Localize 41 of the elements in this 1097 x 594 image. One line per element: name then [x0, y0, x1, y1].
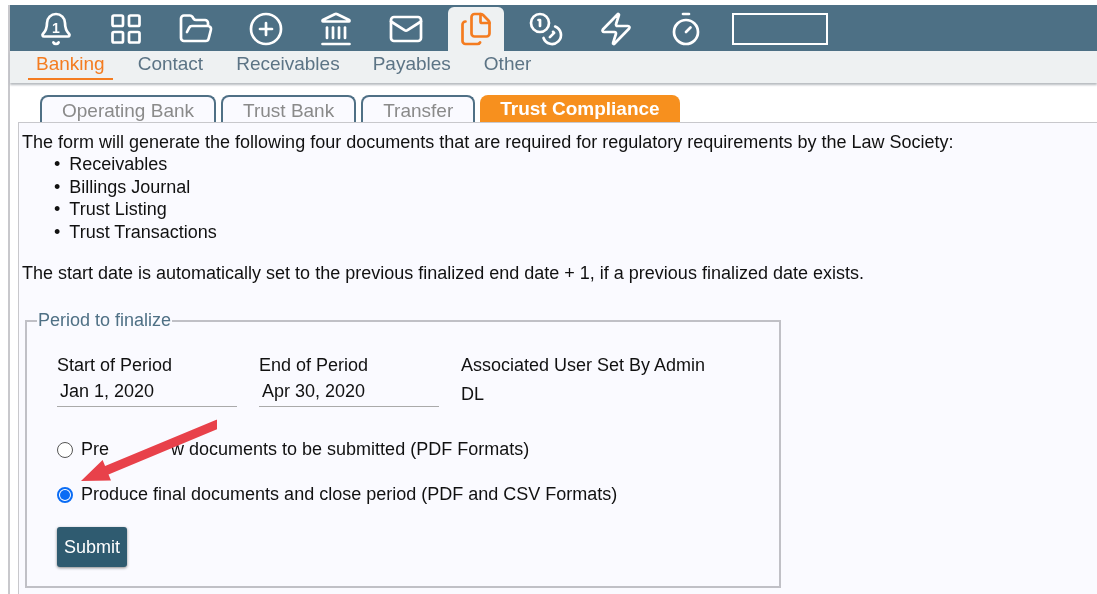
option-label: Produce final documents and close period (PDF and CSV Formats) [81, 484, 618, 504]
document-item: Receivables [69, 153, 168, 176]
nav-tab[interactable]: Other [475, 51, 540, 80]
grid-icon [108, 11, 144, 47]
lightning-icon [598, 11, 634, 47]
field-label: Associated User Set By Admin [461, 354, 707, 377]
date-field[interactable]: Jan 1, 2020 [57, 377, 237, 407]
tab[interactable]: Trust Compliance [480, 95, 680, 122]
bullet-mark: • [54, 175, 61, 198]
documents-icon [458, 11, 494, 47]
document-item: Trust Transactions [69, 220, 217, 243]
bell-icon [38, 11, 74, 47]
field-label: Start of Period [57, 354, 174, 377]
bullet-mark: • [54, 198, 61, 221]
badge-count: 1 [51, 20, 61, 36]
bullet-mark: • [54, 220, 61, 243]
nav-tab[interactable]: Contact [129, 51, 212, 80]
nav-tab[interactable]: Payables [364, 51, 459, 80]
document-item: Trust Listing [69, 198, 167, 221]
field-label: End of Period [259, 354, 370, 377]
tab[interactable]: Transfer [361, 95, 476, 122]
bullet-mark: • [54, 153, 61, 176]
bank-icon [318, 11, 354, 47]
coins-icon [528, 11, 564, 47]
submit-button[interactable]: Submit [57, 527, 127, 567]
nav-tab[interactable]: Receivables [228, 51, 348, 80]
note-text: The start date is automatically set to the previous finalized end date + 1, if a previous finalized date exists. [22, 262, 865, 284]
intro-text: The form will generate the following four documents that are required for regulatory requirements by the Law Society: [22, 131, 955, 153]
tab[interactable]: Trust Bank [221, 95, 357, 122]
date-field[interactable]: Apr 30, 2020 [259, 377, 439, 407]
group-legend: Period to finalize [37, 310, 173, 331]
toolbar-button[interactable]: 1 [28, 7, 84, 51]
tab[interactable]: Operating Bank [40, 95, 217, 122]
radio-button[interactable] [57, 486, 73, 503]
nav-tab[interactable]: Banking [28, 51, 113, 80]
input-field[interactable] [732, 13, 828, 45]
plus-icon [248, 11, 284, 47]
document-item: Billings Journal [69, 175, 191, 198]
user-value: DL [461, 384, 485, 405]
option-label: Pre [81, 439, 109, 459]
radio-button[interactable] [57, 441, 73, 458]
